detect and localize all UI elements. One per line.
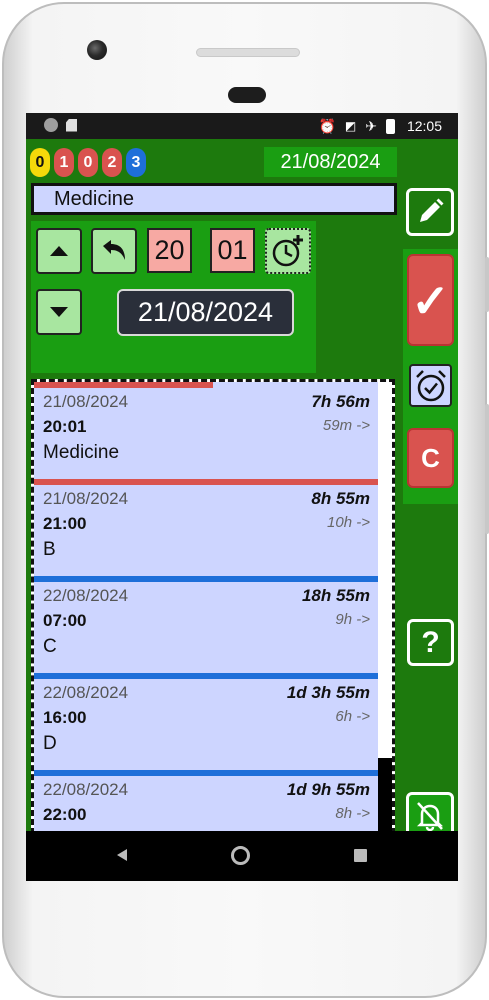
confirm-button[interactable]: ✓ (407, 254, 454, 346)
no-sim-icon: ◩ (344, 119, 357, 133)
reminder-date: 22/08/2024 (43, 780, 129, 799)
reminder-name: C (43, 636, 57, 657)
arrow-down-icon (50, 307, 68, 317)
help-button[interactable]: ? (407, 619, 454, 666)
reminder-date: 22/08/2024 (43, 683, 129, 702)
hour-field[interactable]: 20 (147, 228, 192, 273)
undo-button[interactable] (91, 228, 137, 274)
recents-icon[interactable] (354, 849, 367, 862)
right-action-panel: ✓ C ? (403, 179, 458, 840)
repeat-interval: 9h -> (335, 611, 370, 628)
reminder-name: Medicine (43, 442, 120, 463)
repeat-interval: 6h -> (335, 708, 370, 725)
notification-dot-icon (44, 118, 58, 132)
reminder-time: 21:00 (43, 514, 87, 533)
time-remaining: 8h 55m (311, 489, 370, 508)
home-icon[interactable] (231, 846, 250, 865)
progress-bar (34, 576, 378, 582)
clock-plus-icon (272, 235, 303, 267)
alarm-button[interactable] (409, 364, 452, 407)
alarm-check-icon (415, 369, 446, 401)
cancel-button[interactable]: C (407, 428, 454, 488)
sensor-slot (228, 87, 266, 103)
reminder-list[interactable]: 21/08/2024 20:01 Medicine 7h 56m 59m -> 21/08… (31, 379, 395, 834)
counter-badge[interactable]: 1 (54, 148, 74, 177)
earpiece-speaker (196, 48, 300, 57)
time-remaining: 18h 55m (301, 586, 370, 605)
arrow-up-icon (50, 246, 68, 256)
counter-badge[interactable]: 0 (78, 148, 98, 177)
time-remaining: 7h 56m (311, 392, 370, 411)
back-icon[interactable] (117, 849, 127, 861)
scrollbar-thumb[interactable] (378, 758, 392, 831)
status-time: 12:05 (406, 118, 442, 134)
sd-card-icon (66, 118, 77, 132)
reminder-item[interactable]: 22/08/2024 07:00 C 18h 55m 9h -> (34, 576, 378, 673)
repeat-interval: 10h -> (327, 514, 370, 531)
decrement-button[interactable] (36, 289, 82, 335)
time-remaining: 1d 3h 55m (286, 683, 370, 702)
front-camera (87, 40, 107, 60)
time-control-panel: 20 : 01 21/08/2024 (31, 221, 316, 373)
phone-screen: ⏰ ◩ ✈ 12:05 0 1 0 2 3 21/08/2024 Medicin… (26, 113, 458, 881)
counter-badge[interactable]: 0 (30, 148, 50, 177)
reminder-item[interactable]: 21/08/2024 21:00 B 8h 55m 10h -> (34, 479, 378, 576)
minute-field[interactable]: 01 (210, 228, 255, 273)
progress-bar (34, 770, 378, 776)
reminder-date: 22/08/2024 (43, 586, 129, 605)
app-main: 0 1 0 2 3 21/08/2024 Medicine ✓ C ? 20 0… (26, 139, 458, 840)
alarm-icon: ⏰ (318, 118, 336, 134)
edit-button[interactable] (406, 188, 454, 236)
reminder-time: 20:01 (43, 417, 87, 436)
reminder-time: 07:00 (43, 611, 87, 630)
increment-button[interactable] (36, 228, 82, 274)
progress-bar (34, 479, 378, 485)
power-button (485, 257, 489, 312)
bell-off-icon (416, 802, 444, 832)
volume-button (485, 404, 489, 534)
repeat-interval: 59m -> (322, 417, 370, 434)
reminder-time: 16:00 (43, 708, 87, 727)
reminder-name: B (43, 539, 56, 560)
reminder-date: 21/08/2024 (43, 489, 129, 508)
undo-icon (103, 240, 125, 260)
reminder-item[interactable]: 21/08/2024 20:01 Medicine 7h 56m 59m -> (34, 382, 378, 479)
progress-bar (34, 673, 378, 679)
reminder-item[interactable]: 22/08/202422:00F1d 9h 55m8h -> (34, 770, 378, 831)
reminder-time: 22:00 (43, 805, 87, 824)
reminder-name: D (43, 733, 57, 754)
reminder-item[interactable]: 22/08/2024 16:00 D 1d 3h 55m 6h -> (34, 673, 378, 770)
reminder-date: 21/08/2024 (43, 392, 129, 411)
airplane-icon: ✈ (365, 118, 377, 134)
time-remaining: 1d 9h 55m (286, 780, 370, 799)
reminder-name-field[interactable]: Medicine (31, 183, 397, 215)
pencil-icon (420, 198, 444, 222)
progress-bar (34, 382, 213, 388)
battery-icon (385, 118, 395, 134)
add-timer-button[interactable] (265, 228, 311, 274)
repeat-interval: 8h -> (335, 805, 370, 822)
navigation-bar (26, 831, 458, 881)
status-bar: ⏰ ◩ ✈ 12:05 (26, 113, 458, 139)
current-date: 21/08/2024 (264, 147, 397, 177)
counter-badge[interactable]: 3 (126, 148, 146, 177)
counter-badge[interactable]: 2 (102, 148, 122, 177)
date-picker[interactable]: 21/08/2024 (117, 289, 294, 336)
counter-badges: 0 1 0 2 3 (30, 148, 146, 177)
